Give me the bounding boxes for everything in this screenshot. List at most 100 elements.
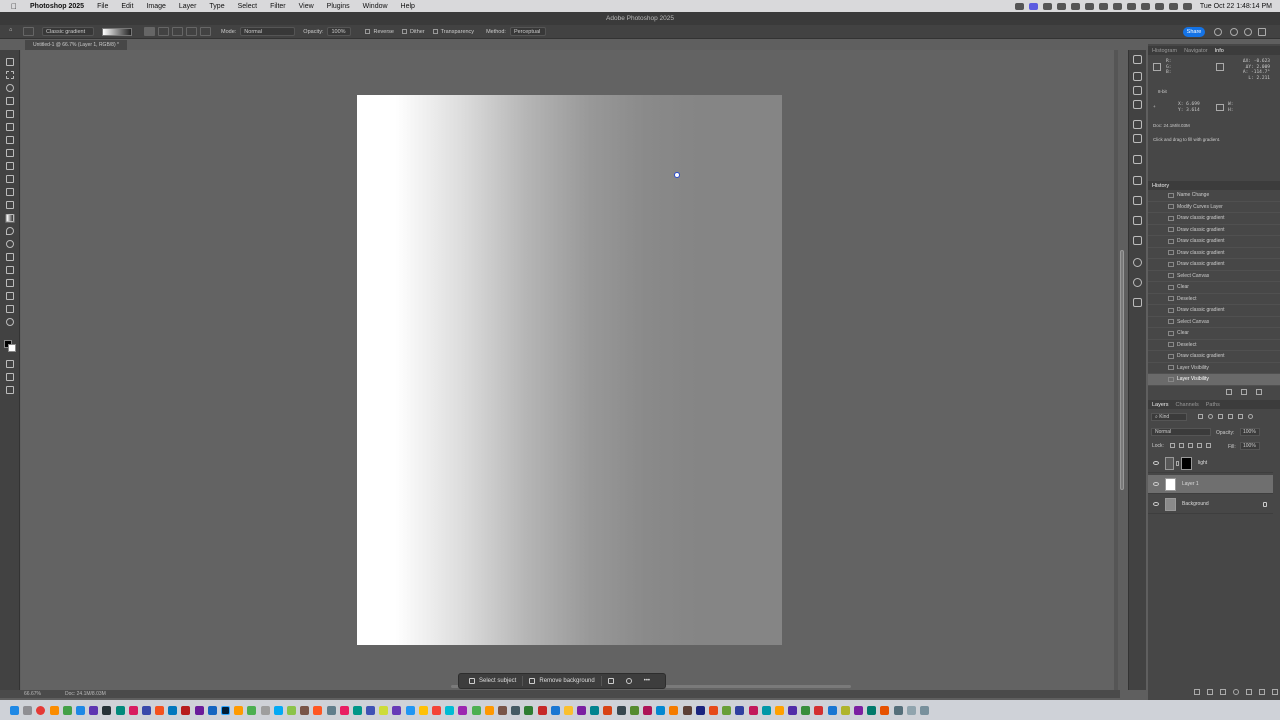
share-button[interactable]: Share	[1183, 27, 1205, 37]
eraser-tool[interactable]	[5, 201, 15, 210]
new-group-icon[interactable]	[1246, 689, 1252, 695]
menu-help[interactable]: Help	[401, 3, 415, 10]
libraries-icon[interactable]	[1133, 176, 1142, 185]
tab-info[interactable]: Info	[1215, 48, 1224, 54]
type-filter-icon[interactable]	[1218, 414, 1223, 419]
add-mask-icon[interactable]	[1220, 689, 1226, 695]
opacity-field[interactable]: 100%	[327, 27, 352, 36]
transform-button[interactable]	[602, 674, 620, 688]
app-icon[interactable]	[748, 705, 758, 715]
app-icon[interactable]	[445, 705, 455, 715]
history-item[interactable]: Deselect	[1148, 294, 1280, 305]
link-layers-icon[interactable]	[1194, 689, 1200, 695]
app-icon[interactable]	[708, 705, 718, 715]
transparency-checkbox[interactable]: Transparency	[432, 29, 474, 35]
layer-row-background[interactable]: Background	[1148, 495, 1273, 514]
app-icon[interactable]	[247, 705, 257, 715]
reverse-checkbox[interactable]: Reverse	[365, 29, 394, 35]
layer-row-light[interactable]: light	[1148, 454, 1273, 473]
history-item[interactable]: Draw classic gradient	[1148, 305, 1280, 317]
pixel-filter-icon[interactable]	[1198, 414, 1203, 419]
app-icon[interactable]	[300, 705, 310, 715]
layer-name[interactable]: Background	[1182, 501, 1209, 507]
app-icon[interactable]	[194, 705, 204, 715]
marquee-tool[interactable]	[5, 71, 15, 80]
fill-field[interactable]: 100%	[1240, 442, 1260, 450]
battery-icon[interactable]	[1140, 2, 1150, 10]
app-icon[interactable]	[735, 705, 745, 715]
app-icon[interactable]	[867, 705, 877, 715]
app-icon[interactable]	[590, 705, 600, 715]
gradient-swatch[interactable]	[102, 27, 132, 36]
history-item[interactable]: Draw classic gradient	[1148, 236, 1280, 248]
lock-transparent-icon[interactable]	[1170, 443, 1175, 448]
app-icon[interactable]	[616, 705, 626, 715]
app-icon[interactable]	[405, 705, 415, 715]
app-icon[interactable]	[379, 705, 389, 715]
linear-gradient-button[interactable]	[144, 27, 155, 36]
history-item[interactable]: Name Change	[1148, 190, 1280, 202]
pen-tool[interactable]	[5, 253, 15, 262]
adjust-button[interactable]	[620, 674, 638, 688]
layer-row-layer-1[interactable]: Layer 1	[1148, 475, 1273, 494]
app-icon[interactable]	[458, 705, 468, 715]
app-icon[interactable]	[366, 705, 376, 715]
app-icon[interactable]	[339, 705, 349, 715]
screen-record-icon[interactable]	[1028, 2, 1038, 10]
app-icon[interactable]	[722, 705, 732, 715]
app-icon[interactable]	[577, 705, 587, 715]
reflected-gradient-button[interactable]	[186, 27, 197, 36]
lock-all-icon[interactable]	[1206, 443, 1211, 448]
levels-icon[interactable]	[1133, 100, 1142, 109]
new-document-from-state-icon[interactable]	[1226, 389, 1232, 395]
app-icon[interactable]	[432, 705, 441, 715]
lock-artboard-icon[interactable]	[1197, 443, 1202, 448]
app-icon[interactable]	[854, 705, 863, 715]
menu-filter[interactable]: Filter	[270, 3, 286, 10]
object-selection-tool[interactable]	[5, 97, 15, 106]
layer-filter-select[interactable]: ⌕ Kind	[1151, 413, 1187, 421]
app-icon[interactable]	[511, 705, 521, 715]
app-icon[interactable]	[643, 705, 652, 715]
app-icon[interactable]	[49, 705, 59, 715]
app-icon[interactable]	[313, 705, 323, 715]
app-icon[interactable]	[761, 705, 771, 715]
app-icon[interactable]	[629, 705, 639, 715]
healing-brush-tool[interactable]	[5, 149, 15, 158]
tool-preset-icon[interactable]	[23, 27, 34, 36]
method-select[interactable]: Perceptual	[509, 27, 546, 36]
patterns-icon[interactable]	[1133, 258, 1142, 267]
edit-toolbar-button[interactable]	[5, 386, 15, 395]
styles-icon[interactable]	[1133, 298, 1142, 307]
workspace-icon[interactable]	[1258, 28, 1266, 36]
menubar-clock[interactable]: Tue Oct 22 1:48:14 PM	[1200, 3, 1272, 10]
tab-layers[interactable]: Layers	[1152, 402, 1169, 408]
curves-icon[interactable]	[1133, 86, 1142, 95]
bluetooth-icon[interactable]	[1126, 2, 1136, 10]
app-icon[interactable]	[392, 705, 402, 715]
zoom-tool[interactable]	[5, 318, 15, 327]
app-icon[interactable]	[603, 705, 613, 715]
app-icon[interactable]	[286, 705, 296, 715]
history-item[interactable]: Select Canvas	[1148, 271, 1280, 282]
adjustment-filter-icon[interactable]	[1208, 414, 1213, 419]
app-icon[interactable]	[260, 705, 270, 715]
finder-icon[interactable]	[10, 705, 19, 715]
lasso-tool[interactable]	[5, 84, 15, 93]
eye-icon[interactable]	[1153, 461, 1159, 465]
downloads-icon[interactable]	[906, 705, 916, 715]
app-icon[interactable]	[181, 705, 191, 715]
more-options-button[interactable]: •••	[638, 674, 656, 688]
note-icon[interactable]	[1098, 2, 1108, 10]
paragraph-icon[interactable]	[1133, 134, 1142, 143]
app-icon[interactable]	[563, 705, 573, 715]
canvas-area[interactable]	[21, 50, 1124, 690]
app-icon[interactable]	[840, 705, 850, 715]
hand-tool[interactable]	[5, 305, 15, 314]
gradient-preset-select[interactable]: Classic gradient	[42, 27, 94, 36]
trash-icon[interactable]	[1272, 689, 1278, 695]
vertical-scrollbar[interactable]	[1114, 50, 1124, 690]
crop-tool[interactable]	[5, 110, 15, 119]
doc-size[interactable]: Doc: 24.1M/8.03M	[65, 690, 106, 698]
app-icon[interactable]	[168, 705, 178, 715]
